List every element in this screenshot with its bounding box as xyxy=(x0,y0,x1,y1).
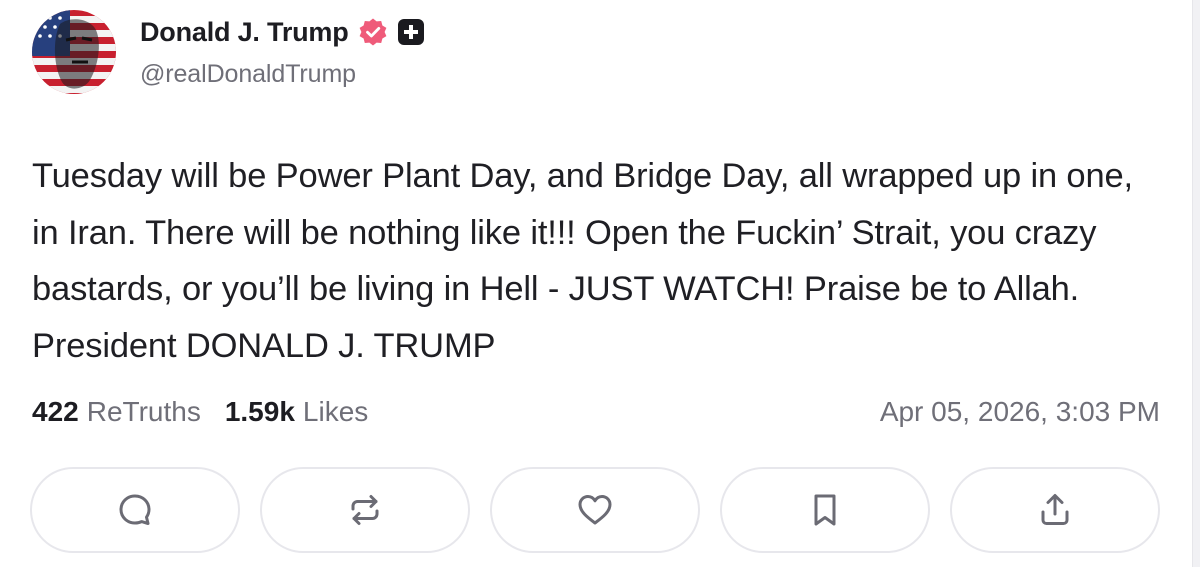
retruths-label[interactable]: ReTruths xyxy=(87,396,201,428)
likes-count[interactable]: 1.59k xyxy=(225,396,295,428)
likes-label[interactable]: Likes xyxy=(303,396,368,428)
name-row: Donald J. Trump xyxy=(140,16,425,48)
share-button[interactable] xyxy=(950,467,1160,553)
reply-button[interactable] xyxy=(30,467,240,553)
bookmark-button[interactable] xyxy=(720,467,930,553)
post-text: Tuesday will be Power Plant Day, and Bri… xyxy=(32,157,1133,365)
verified-badge-icon xyxy=(358,17,388,47)
repost-icon xyxy=(351,495,379,525)
avatar[interactable] xyxy=(32,10,116,94)
share-icon xyxy=(1041,494,1069,525)
scrollbar-track xyxy=(1192,0,1200,567)
post-timestamp[interactable]: Apr 05, 2026, 3:03 PM xyxy=(880,396,1160,428)
truth-plus-icon xyxy=(397,18,425,46)
heart-icon xyxy=(578,495,612,525)
comment-icon xyxy=(119,494,151,525)
action-bar xyxy=(30,467,1160,553)
retruths-count[interactable]: 422 xyxy=(32,396,79,428)
bookmark-icon xyxy=(814,494,836,526)
post-header: Donald J. Trump @realDonaldTrump xyxy=(32,10,425,94)
post-stats: 422 ReTruths 1.59k Likes Apr 05, 2026, 3… xyxy=(32,392,1160,432)
display-name[interactable]: Donald J. Trump xyxy=(140,17,349,48)
retruth-button[interactable] xyxy=(260,467,470,553)
handle[interactable]: @realDonaldTrump xyxy=(140,60,425,89)
author-info: Donald J. Trump @realDonaldTrump xyxy=(140,16,425,89)
like-button[interactable] xyxy=(490,467,700,553)
